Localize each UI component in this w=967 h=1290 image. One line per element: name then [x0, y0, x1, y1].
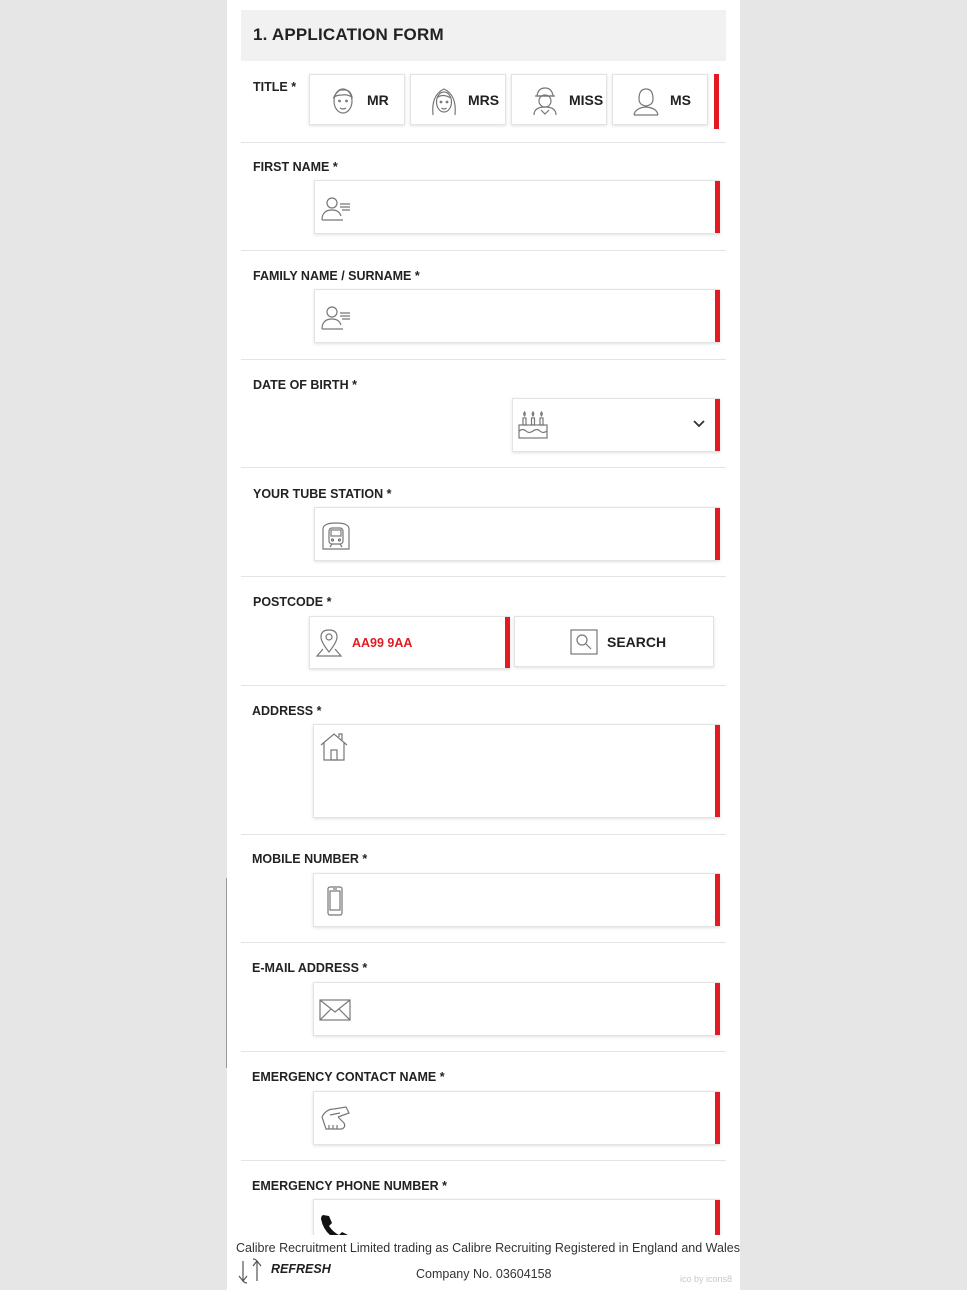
refresh-button[interactable]: REFRESH — [271, 1262, 331, 1276]
user-card-icon — [319, 192, 353, 224]
form-heading: 1. APPLICATION FORM — [253, 25, 444, 44]
refresh-icon[interactable] — [235, 1257, 265, 1285]
emergency-contact-name-label: EMERGENCY CONTACT NAME * — [252, 1070, 445, 1084]
page-footer: Calibre Recruitment Limited trading as C… — [227, 1235, 740, 1290]
family-name-field[interactable] — [314, 289, 720, 343]
title-label: TITLE * — [253, 80, 297, 94]
mobile-phone-icon — [318, 885, 352, 917]
title-option-miss[interactable]: MISS — [511, 74, 607, 125]
tube-station-label: YOUR TUBE STATION * — [253, 487, 392, 501]
required-indicator — [715, 1092, 720, 1144]
divider — [241, 359, 726, 360]
emergency-phone-number-label: EMERGENCY PHONE NUMBER * — [252, 1179, 447, 1193]
divider — [241, 1160, 726, 1161]
title-option-label: MISS — [569, 92, 604, 108]
postcode-search-button[interactable]: SEARCH — [514, 616, 714, 667]
title-option-label: MRS — [468, 92, 500, 108]
divider — [241, 142, 726, 143]
divider — [241, 250, 726, 251]
required-indicator — [715, 290, 720, 342]
family-name-label: FAMILY NAME / SURNAME * — [253, 269, 420, 283]
required-indicator — [715, 508, 720, 560]
required-indicator — [715, 399, 720, 451]
divider — [241, 576, 726, 577]
company-number: Company No. 03604158 — [416, 1267, 552, 1281]
handshake-icon — [318, 1103, 352, 1135]
email-address-label: E-MAIL ADDRESS * — [252, 961, 368, 975]
train-icon — [319, 519, 353, 551]
date-of-birth-select[interactable] — [512, 398, 720, 452]
search-icon — [569, 628, 599, 656]
search-button-label: SEARCH — [607, 634, 667, 650]
woman-face-icon — [429, 85, 459, 117]
envelope-icon — [318, 994, 352, 1026]
first-name-field[interactable] — [314, 180, 720, 234]
divider — [241, 834, 726, 835]
birthday-cake-icon — [516, 409, 550, 441]
form-header: 1. APPLICATION FORM — [241, 10, 726, 61]
first-name-label: FIRST NAME * — [253, 160, 338, 174]
divider — [241, 1051, 726, 1052]
required-indicator — [715, 725, 720, 817]
address-textarea[interactable] — [313, 724, 720, 818]
divider — [241, 685, 726, 686]
postcode-label: POSTCODE * — [253, 595, 332, 609]
mobile-number-field[interactable] — [313, 873, 720, 927]
chevron-down-icon — [692, 417, 706, 431]
required-indicator — [715, 874, 720, 926]
divider — [241, 467, 726, 468]
company-info: Calibre Recruitment Limited trading as C… — [236, 1241, 740, 1255]
required-indicator — [715, 181, 720, 233]
divider — [241, 942, 726, 943]
girl-cap-icon — [530, 85, 560, 117]
required-indicator — [505, 617, 510, 668]
woman-outline-icon — [631, 85, 661, 117]
postcode-input[interactable]: AA99 9AA — [309, 616, 510, 669]
title-option-label: MR — [367, 92, 389, 108]
title-option-mr[interactable]: MR — [309, 74, 405, 125]
title-option-ms[interactable]: MS — [612, 74, 708, 125]
address-label: ADDRESS * — [252, 704, 322, 718]
house-icon — [318, 731, 350, 763]
date-of-birth-label: DATE OF BIRTH * — [253, 378, 357, 392]
man-face-icon — [328, 85, 358, 117]
required-indicator — [714, 74, 719, 129]
title-option-mrs[interactable]: MRS — [410, 74, 506, 125]
mobile-number-label: MOBILE NUMBER * — [252, 852, 368, 866]
application-page: 1. APPLICATION FORM TITLE * MR MRS MISS … — [227, 0, 740, 1290]
email-address-field[interactable] — [313, 982, 720, 1036]
title-option-label: MS — [670, 92, 691, 108]
map-pin-icon — [314, 627, 344, 659]
tube-station-field[interactable] — [314, 507, 720, 561]
user-card-icon — [319, 301, 353, 333]
postcode-placeholder: AA99 9AA — [352, 636, 413, 650]
icon-credit[interactable]: ico by icons8 — [680, 1274, 732, 1284]
required-indicator — [715, 983, 720, 1035]
emergency-contact-name-field[interactable] — [313, 1091, 720, 1145]
